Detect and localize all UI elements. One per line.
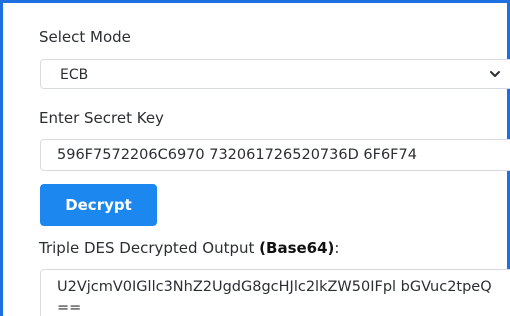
secret-key-value: 596F7572206C6970 732061726520736D 6F6F74 xyxy=(57,147,417,163)
chevron-down-icon xyxy=(490,71,500,77)
decrypt-button[interactable]: Decrypt xyxy=(40,184,157,226)
output-format: (Base64) xyxy=(259,239,335,257)
secret-key-label: Enter Secret Key xyxy=(39,109,164,127)
output-label-colon: : xyxy=(334,239,340,257)
mode-select[interactable]: ECB xyxy=(40,59,510,89)
mode-select-value: ECB xyxy=(60,67,89,83)
select-mode-label: Select Mode xyxy=(39,28,131,46)
form-panel: Select Mode ECB Enter Secret Key 596F757… xyxy=(0,0,510,316)
output-label: Triple DES Decrypted Output (Base64): xyxy=(39,239,339,257)
decrypted-output-field[interactable]: U2VjcmV0IGllc3NhZ2UgdG8gcHJlc2lkZW50IFpl… xyxy=(40,269,510,316)
output-label-text: Triple DES Decrypted Output xyxy=(39,239,260,257)
decrypted-output-value: U2VjcmV0IGllc3NhZ2UgdG8gcHJlc2lkZW50IFpl… xyxy=(57,279,492,316)
secret-key-input[interactable]: 596F7572206C6970 732061726520736D 6F6F74 xyxy=(40,139,510,171)
